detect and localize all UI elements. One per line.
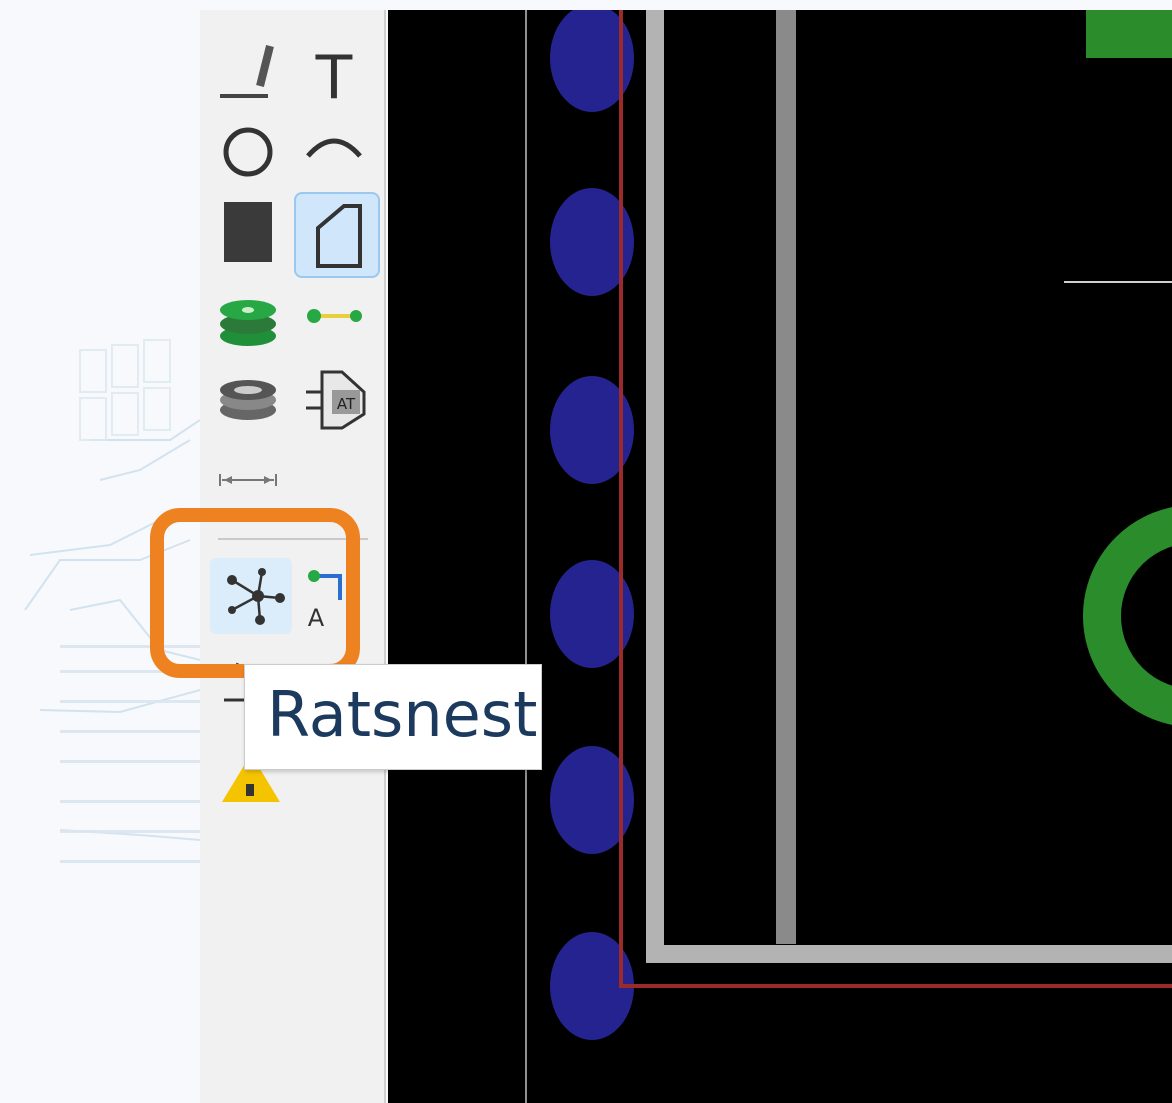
draw-arc-tool[interactable] [298, 116, 370, 188]
draw-rectangle-tool[interactable] [212, 196, 284, 268]
dimension-icon [219, 474, 277, 486]
add-via-tool[interactable] [212, 280, 284, 352]
route-track-tool[interactable] [298, 280, 370, 352]
svg-text:AT: AT [337, 395, 356, 413]
tooltip-text: Ratsnest [267, 678, 538, 751]
via-stack-icon [220, 300, 276, 346]
draw-polygon-tool[interactable] [294, 192, 380, 278]
line-pencil-icon [220, 45, 274, 98]
board-outline [619, 10, 1172, 988]
layer-stack-icon [220, 380, 276, 420]
arc-icon [306, 138, 362, 158]
draw-line-tool[interactable] [212, 38, 284, 110]
courtyard-edge [776, 10, 796, 944]
draw-circle-tool[interactable] [212, 116, 284, 188]
polygon-icon [316, 204, 362, 268]
ratsnest-tooltip: Ratsnest [244, 664, 542, 770]
courtyard-outline [646, 10, 1172, 963]
add-text-tool[interactable]: T [298, 38, 370, 110]
text-icon: T [315, 43, 353, 110]
silkscreen-ring [1083, 507, 1172, 725]
svg-text:T: T [315, 43, 353, 110]
circle-icon [223, 127, 273, 177]
pcb-canvas[interactable] [388, 10, 1172, 1103]
board-layout [525, 10, 1172, 1103]
dimension-tool[interactable] [212, 446, 284, 506]
add-layer-tool[interactable] [212, 362, 284, 434]
footprint-chip-icon: AT [306, 370, 366, 430]
track-icon [307, 309, 362, 323]
add-footprint-tool[interactable]: AT [298, 362, 370, 434]
ratsnest-highlight-box [150, 508, 360, 678]
filled-rectangle-icon [224, 202, 272, 262]
silkscreen-block [1086, 10, 1172, 58]
